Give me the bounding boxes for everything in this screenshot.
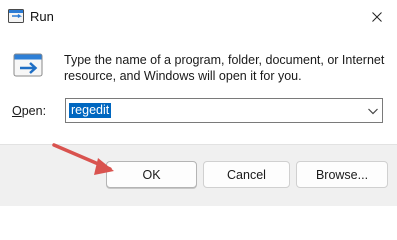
open-label-text: pen: (21, 104, 47, 118)
title-bar[interactable]: Run (0, 0, 397, 34)
open-input-value[interactable]: regedit (69, 103, 112, 118)
chevron-down-icon[interactable] (367, 105, 379, 117)
close-icon (372, 12, 382, 22)
open-combobox[interactable]: regedit (65, 98, 383, 123)
run-app-icon (8, 9, 24, 23)
open-label-access-key: O (12, 104, 22, 118)
run-dialog: Run Type the name of a program, folder, … (0, 0, 397, 206)
cancel-button[interactable]: Cancel (203, 161, 290, 188)
annotation-arrow (52, 143, 114, 175)
run-icon (13, 53, 43, 77)
browse-button[interactable]: Browse... (296, 161, 388, 188)
open-label: Open: (12, 104, 46, 118)
instructions-text: Type the name of a program, folder, docu… (64, 53, 385, 83)
close-button[interactable] (357, 0, 397, 34)
window-title: Run (30, 9, 54, 24)
